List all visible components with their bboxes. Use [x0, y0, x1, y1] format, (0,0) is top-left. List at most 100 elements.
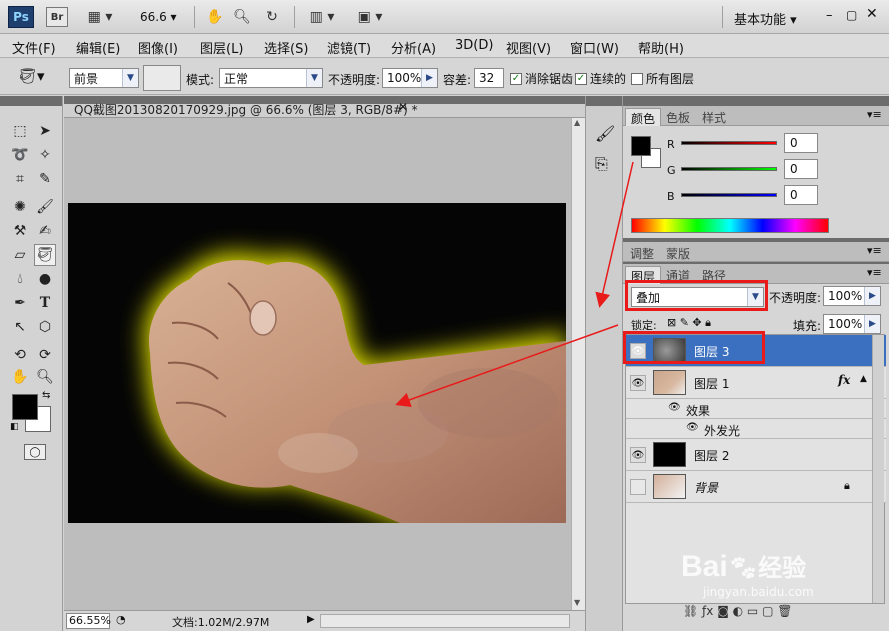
clone-source-icon[interactable]: ⎘: [595, 154, 608, 174]
type-tool-icon[interactable]: T: [34, 292, 56, 314]
vertical-scrollbar[interactable]: ▲ ▼: [571, 118, 585, 610]
blur-tool-icon[interactable]: 💧︎: [9, 268, 31, 290]
layer-opacity-input[interactable]: 100% ▶: [823, 286, 881, 306]
3d-orbit-tool-icon[interactable]: ⟳: [34, 344, 56, 366]
eye-icon[interactable]: 👁︎: [668, 402, 681, 413]
menu-filter[interactable]: 滤镜(T): [327, 38, 371, 57]
pattern-picker[interactable]: [143, 65, 181, 91]
path-selection-tool-icon[interactable]: ↖: [9, 316, 31, 338]
menu-view[interactable]: 视图(V): [506, 38, 551, 57]
eye-icon[interactable]: 👁︎: [630, 375, 646, 391]
restore-button[interactable]: ▢: [846, 8, 857, 22]
panel-collapse-bar[interactable]: [586, 96, 622, 106]
default-colors-icon[interactable]: ◧: [10, 422, 19, 432]
scroll-down-icon[interactable]: ▼: [574, 598, 580, 607]
bridge-button[interactable]: Br: [46, 7, 68, 27]
tolerance-input[interactable]: 32: [474, 68, 504, 88]
hand-tool-icon[interactable]: ✋: [204, 7, 226, 27]
close-tab-icon[interactable]: ✕: [398, 100, 408, 114]
quick-mask-icon[interactable]: ◯: [24, 444, 46, 460]
screen-mode-icon[interactable]: ▣ ▾: [352, 7, 388, 27]
arrange-documents-icon[interactable]: ▥ ▾: [304, 7, 340, 27]
menu-help[interactable]: 帮助(H): [638, 38, 684, 57]
opacity-input[interactable]: 100% ▶: [382, 68, 438, 88]
layer-fill-input[interactable]: 100% ▶: [823, 314, 881, 334]
layer-row[interactable]: 👁︎ 图层 1 fx ▲: [626, 367, 886, 399]
eyedropper-tool-icon[interactable]: ✎: [34, 168, 56, 190]
pen-tool-icon[interactable]: ✒: [9, 292, 31, 314]
tab-styles[interactable]: 样式: [697, 108, 731, 126]
effects-row[interactable]: 👁︎ 效果: [626, 399, 886, 419]
menu-edit[interactable]: 编辑(E): [76, 38, 120, 57]
panel-menu-icon[interactable]: ▾≡: [867, 108, 882, 121]
rotate-view-icon[interactable]: ↻: [260, 7, 284, 27]
brush-panel-icon[interactable]: 🖌︎: [595, 124, 615, 143]
menu-image[interactable]: 图像(I): [138, 38, 178, 57]
layer-row[interactable]: 背景 🔒︎: [626, 471, 886, 503]
chevron-up-icon[interactable]: ▲: [860, 374, 867, 384]
outer-glow-row[interactable]: 👁︎ 外发光: [626, 419, 886, 439]
color-spectrum-bar[interactable]: [631, 218, 829, 233]
crop-tool-icon[interactable]: ⌗: [9, 168, 31, 190]
healing-brush-tool-icon[interactable]: ✺: [9, 196, 31, 218]
history-brush-tool-icon[interactable]: ✍: [34, 220, 56, 242]
zoom-field[interactable]: 66.55%: [66, 613, 111, 629]
marquee-tool-icon[interactable]: ⬚: [9, 120, 31, 142]
blue-slider[interactable]: [681, 193, 777, 197]
close-button[interactable]: ✕: [866, 6, 878, 22]
canvas-image[interactable]: [68, 203, 566, 523]
brush-tool-icon[interactable]: 🖌︎: [34, 196, 56, 218]
shape-tool-icon[interactable]: ⬡: [34, 316, 56, 338]
hand-tool-icon[interactable]: ✋: [9, 366, 31, 388]
tab-masks[interactable]: 蒙版: [661, 244, 695, 262]
contiguous-checkbox[interactable]: ✓ 连续的: [575, 70, 626, 87]
workspace-switcher[interactable]: 基本功能 ▾: [734, 9, 797, 28]
horizontal-scrollbar[interactable]: [320, 614, 570, 628]
clone-stamp-tool-icon[interactable]: ⚒: [9, 220, 31, 242]
menu-layer[interactable]: 图层(L): [200, 38, 243, 57]
panel-collapse-bar[interactable]: [0, 96, 62, 106]
eye-icon[interactable]: 👁︎: [630, 447, 646, 463]
zoom-tool-icon[interactable]: 🔍︎: [231, 7, 253, 27]
green-value-input[interactable]: 0: [784, 159, 818, 179]
foreground-color-swatch[interactable]: [12, 394, 38, 420]
menu-analysis[interactable]: 分析(A): [391, 38, 436, 57]
layer-actions[interactable]: ⛓ ƒx ◙ ◐ ▭ ▢ 🗑︎: [683, 604, 792, 618]
blue-value-input[interactable]: 0: [784, 185, 818, 205]
scroll-up-icon[interactable]: ▲: [574, 118, 580, 127]
minimize-button[interactable]: –: [826, 8, 833, 23]
all-layers-checkbox[interactable]: 所有图层: [631, 70, 694, 87]
move-tool-icon[interactable]: ➤: [34, 120, 56, 142]
panel-menu-icon[interactable]: ▾≡: [867, 244, 882, 257]
lock-icons[interactable]: ⊠ ✎ ✥ 🔒︎: [667, 316, 711, 330]
anti-alias-checkbox[interactable]: ✓ 消除锯齿: [510, 70, 573, 87]
chevron-right-icon[interactable]: ▶: [307, 614, 315, 625]
3d-rotate-tool-icon[interactable]: ⟲: [9, 344, 31, 366]
menu-select[interactable]: 选择(S): [264, 38, 308, 57]
fill-source-select[interactable]: 前景 ▼: [69, 68, 139, 88]
panel-collapse-bar[interactable]: [623, 96, 889, 106]
lasso-tool-icon[interactable]: ➰: [9, 144, 31, 166]
menu-file[interactable]: 文件(F): [12, 38, 56, 57]
tab-color[interactable]: 颜色: [625, 108, 662, 126]
dodge-tool-icon[interactable]: ●: [34, 268, 56, 290]
document-tab[interactable]: QQ截图20130820170929.jpg @ 66.6% (图层 3, RG…: [64, 96, 585, 118]
panel-menu-icon[interactable]: ▾≡: [867, 266, 882, 279]
red-slider[interactable]: [681, 141, 777, 145]
menu-3d[interactable]: 3D(D): [455, 38, 493, 53]
fx-icon[interactable]: fx: [838, 373, 850, 387]
swap-colors-icon[interactable]: ⇆: [42, 390, 50, 401]
layers-scrollbar[interactable]: [872, 335, 884, 603]
red-value-input[interactable]: 0: [784, 133, 818, 153]
zoom-level[interactable]: 66.6 ▾: [140, 10, 177, 24]
tab-adjustments[interactable]: 调整: [625, 244, 659, 262]
eye-icon[interactable]: 👁︎: [686, 422, 699, 433]
paint-bucket-tool-icon[interactable]: 🪣︎: [34, 244, 56, 266]
paint-bucket-icon[interactable]: 🪣︎▾: [18, 67, 45, 85]
eye-hidden-icon[interactable]: [630, 479, 646, 495]
screen-layout-icon[interactable]: ▦ ▾: [82, 7, 118, 27]
foreground-color-swatch[interactable]: [631, 136, 651, 156]
layer-row[interactable]: 👁︎ 图层 2: [626, 439, 886, 471]
mode-select[interactable]: 正常 ▼: [219, 68, 323, 88]
green-slider[interactable]: [681, 167, 777, 171]
